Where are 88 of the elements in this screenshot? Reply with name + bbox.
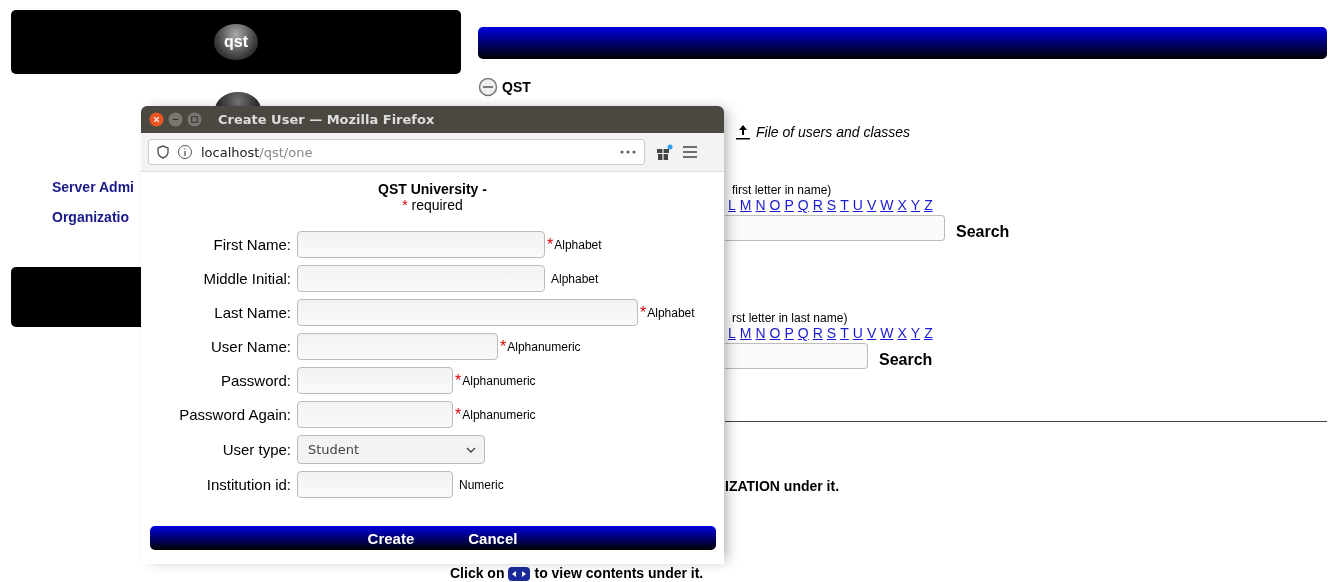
required-mark: * <box>640 303 647 322</box>
letter-link[interactable]: X <box>897 197 907 213</box>
field-label: First Name: <box>212 236 291 253</box>
required-mark: * <box>500 337 507 356</box>
field-label: Password: <box>219 372 291 389</box>
letter-link[interactable]: O <box>769 197 781 213</box>
instruction-text: Click on <box>450 566 505 581</box>
letter-link[interactable]: Q <box>797 197 809 213</box>
letter-link[interactable]: N <box>755 197 766 213</box>
required-mark: * <box>455 371 462 390</box>
field-label: Last Name: <box>213 304 291 321</box>
window-title: Create User — Mozilla Firefox <box>218 112 435 127</box>
search-field[interactable] <box>725 215 945 241</box>
info-icon[interactable] <box>177 144 193 160</box>
text-field[interactable] <box>297 333 498 360</box>
letter-link[interactable]: P <box>784 197 794 213</box>
more-icon[interactable] <box>620 150 636 154</box>
letter-link[interactable]: Q <box>797 325 809 341</box>
letter-link[interactable]: Y <box>910 197 921 213</box>
letter-link[interactable]: M <box>739 325 752 341</box>
required-legend: * required <box>402 197 463 213</box>
required-mark: * <box>455 405 462 424</box>
address-bar[interactable]: localhost/qst/one <box>148 139 645 165</box>
field-hint: Numeric <box>459 477 504 492</box>
letter-link[interactable]: S <box>826 197 837 213</box>
upload-icon[interactable] <box>734 123 752 141</box>
text-field[interactable] <box>297 265 545 292</box>
instruction-text: to view contents under it. <box>534 566 704 581</box>
letter-link[interactable]: S <box>826 325 837 341</box>
letter-link[interactable]: P <box>784 325 794 341</box>
create-button[interactable]: Create <box>365 526 417 550</box>
letter-link[interactable]: U <box>852 325 863 341</box>
menu-icon[interactable] <box>683 146 697 158</box>
search-field[interactable] <box>725 343 868 369</box>
field-label: User type: <box>221 441 291 458</box>
gift-icon[interactable] <box>655 143 673 161</box>
required-mark: * <box>547 235 554 254</box>
url-path: /qst/one <box>259 144 313 160</box>
letter-link[interactable]: V <box>866 197 877 213</box>
upload-link[interactable]: File of users and classes <box>756 124 911 140</box>
tree-label: QST <box>502 79 531 95</box>
field-label: User Name: <box>209 338 291 355</box>
letter-link[interactable]: V <box>866 325 877 341</box>
letter-link[interactable]: X <box>897 325 907 341</box>
letter-link[interactable]: T <box>840 197 849 213</box>
letter-link[interactable]: Y <box>910 325 921 341</box>
form-heading: QST University - <box>378 181 487 197</box>
url-host: localhost <box>201 144 260 160</box>
text-field[interactable] <box>297 299 638 326</box>
text-field[interactable] <box>297 471 453 498</box>
letter-link[interactable]: Z <box>924 325 933 341</box>
letter-link[interactable]: R <box>812 325 823 341</box>
chevron-down-icon <box>466 446 476 453</box>
instruction-text: IZATION under it. <box>725 478 841 494</box>
letter-link[interactable]: M <box>739 197 752 213</box>
field-label: Institution id: <box>205 476 291 493</box>
shield-icon[interactable] <box>157 145 169 159</box>
collapse-icon[interactable] <box>478 77 498 97</box>
letter-link[interactable]: N <box>755 325 766 341</box>
letter-link[interactable]: O <box>769 325 781 341</box>
letter-link[interactable]: T <box>840 325 849 341</box>
search-hint: first letter in name) <box>731 183 833 197</box>
letter-link[interactable]: L <box>728 325 736 341</box>
letter-link[interactable]: U <box>852 197 863 213</box>
field-label: Password Again: <box>178 406 291 423</box>
search-button[interactable]: Search <box>956 223 1010 241</box>
letter-link[interactable]: Z <box>924 197 933 213</box>
field-hint: Alphanumeric <box>462 373 536 388</box>
user-type-select[interactable]: Student <box>297 435 485 464</box>
cancel-button[interactable]: Cancel <box>466 526 520 550</box>
close-icon[interactable] <box>149 112 164 127</box>
text-field[interactable] <box>297 231 545 258</box>
maximize-icon[interactable] <box>187 112 202 127</box>
search-hint: rst letter in last name) <box>731 311 849 325</box>
text-field[interactable] <box>297 401 453 428</box>
field-hint: Alphanumeric <box>507 339 581 354</box>
field-hint: Alphabet <box>554 237 602 252</box>
field-label: Middle Initial: <box>202 270 291 287</box>
letter-link[interactable]: W <box>880 197 894 213</box>
field-hint: Alphanumeric <box>462 407 536 422</box>
field-hint: Alphabet <box>647 305 695 320</box>
letter-link[interactable]: W <box>880 325 894 341</box>
letter-link[interactable]: L <box>728 197 736 213</box>
logo[interactable]: qst <box>214 24 258 60</box>
search-button[interactable]: Search <box>879 351 933 369</box>
field-hint: Alphabet <box>551 271 599 286</box>
letter-link[interactable]: R <box>812 197 823 213</box>
text-field[interactable] <box>297 367 453 394</box>
